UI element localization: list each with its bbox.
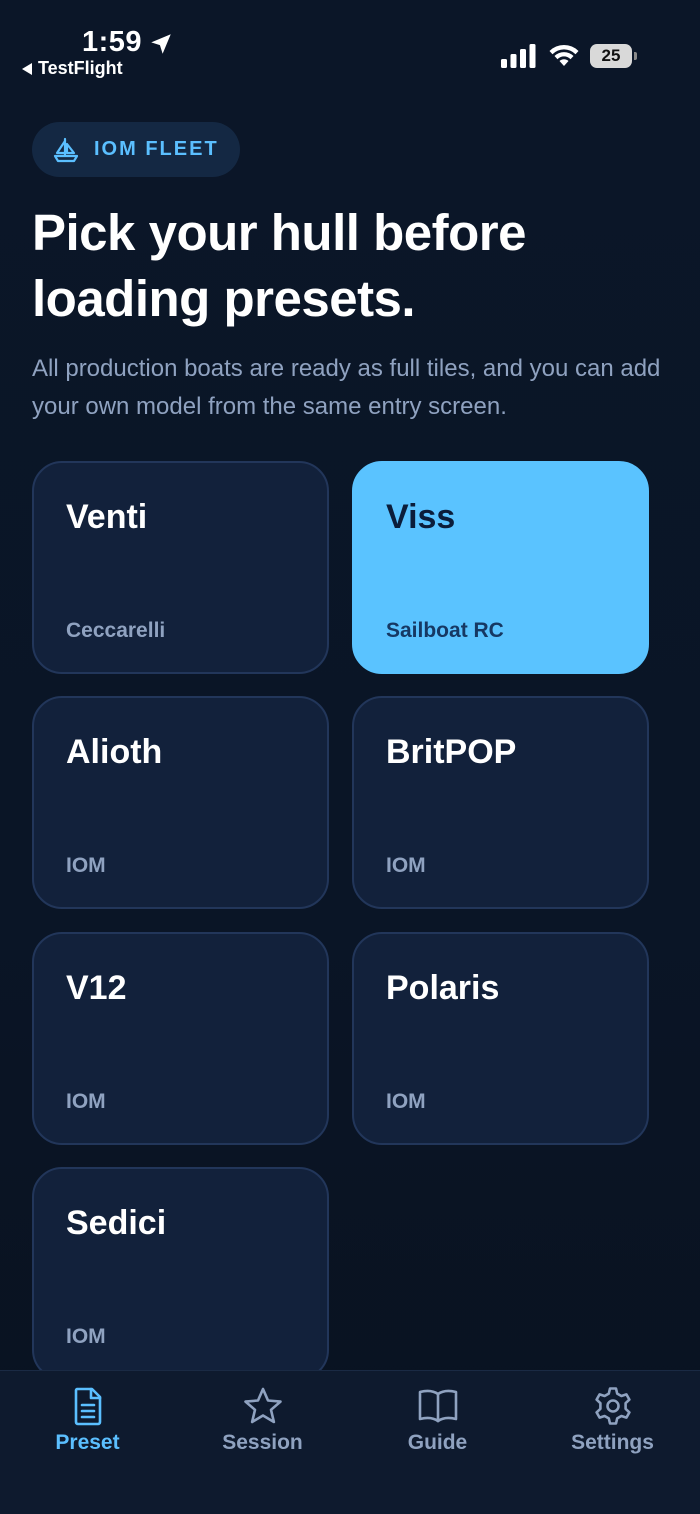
hull-tile-v12[interactable]: V12 IOM [32,932,329,1145]
hull-tile-venti[interactable]: Venti Ceccarelli [32,461,329,674]
hull-maker: Sailboat RC [386,619,504,642]
hull-name: V12 [66,969,127,1007]
document-icon [74,1387,101,1426]
hull-name: Viss [386,498,456,536]
hull-tile-britpop[interactable]: BritPOP IOM [352,696,649,909]
hull-name: BritPOP [386,733,517,771]
page-subtitle: All production boats are ready as full t… [32,355,661,420]
hull-maker: IOM [386,854,426,877]
fleet-badge-label: IOM FLEET [94,138,219,160]
back-app-label: TestFlight [38,58,123,78]
hull-maker: Ceccarelli [66,619,166,642]
back-to-app-link[interactable]: TestFlight [22,58,123,79]
battery-level: 25 [590,44,632,68]
tab-label: Session [222,1431,303,1454]
hull-name: Sedici [66,1204,167,1242]
back-triangle-icon [22,62,32,75]
status-bar: 1:59 TestFlight 25 [0,0,700,90]
star-icon [243,1387,282,1424]
cellular-signal-icon [501,44,536,68]
battery-indicator: 25 [590,44,637,68]
tab-guide[interactable]: Guide [350,1385,525,1465]
hull-name: Polaris [386,969,500,1007]
battery-nub [634,52,637,60]
location-arrow-icon [151,34,171,54]
status-time: 1:59 [82,26,143,58]
tab-label: Guide [407,1431,468,1454]
app-screen: 1:59 TestFlight 25 IOM FLEET Pick your h… [0,0,700,1514]
tab-label: Settings [571,1431,654,1454]
sailboat-icon [53,137,79,162]
book-icon [418,1389,457,1423]
wifi-icon [549,44,579,66]
hull-maker: IOM [386,1090,426,1113]
tab-session[interactable]: Session [175,1385,350,1465]
page-title: Pick your hull before loading presets. [32,204,526,327]
gear-icon [594,1387,631,1425]
hull-tile-alioth[interactable]: Alioth IOM [32,696,329,909]
hull-maker: IOM [66,854,106,877]
hull-maker: IOM [66,1090,106,1113]
tab-bar: Preset Session Guide Settings [0,1370,700,1514]
hull-tile-sedici[interactable]: Sedici IOM [32,1167,329,1380]
tab-preset[interactable]: Preset [0,1385,175,1465]
fleet-badge: IOM FLEET [32,122,240,177]
hull-name: Alioth [66,733,163,771]
tab-label: Preset [55,1431,120,1454]
hull-name: Venti [66,498,148,536]
hull-tile-viss[interactable]: Viss Sailboat RC [352,461,649,674]
tab-settings[interactable]: Settings [525,1385,700,1465]
hull-tile-polaris[interactable]: Polaris IOM [352,932,649,1145]
hull-maker: IOM [66,1325,106,1348]
